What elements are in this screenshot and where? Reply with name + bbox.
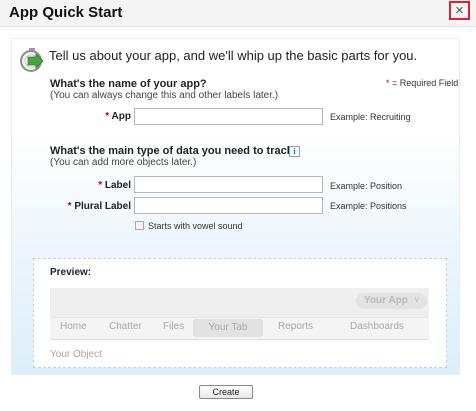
preview-tab-home: Home [60, 321, 87, 332]
required-field-legend: * = Required Field [386, 78, 458, 88]
required-star: * [98, 180, 103, 191]
preview-divider [50, 339, 429, 340]
required-star: * [67, 201, 72, 212]
stopwatch-arrow-icon [20, 48, 44, 72]
required-legend-text: = Required Field [389, 78, 459, 88]
preview-tab-dashboards: Dashboards [350, 321, 404, 332]
label-example: Example: Position [330, 181, 403, 191]
preview-title: Preview: [50, 267, 92, 278]
preview-tab-files: Files [163, 321, 185, 332]
label-input[interactable] [134, 176, 323, 193]
label-label-text: Label [104, 180, 131, 191]
app-label-text: App [111, 111, 131, 122]
preview-tab-your-tab: Your Tab [193, 319, 263, 337]
app-name-input[interactable] [134, 108, 323, 125]
close-button[interactable]: × [449, 1, 470, 20]
vowel-sound-checkbox[interactable] [135, 221, 144, 230]
intro-text: Tell us about your app, and we'll whip u… [49, 48, 418, 63]
data-type-question: What's the main type of data you need to… [50, 145, 300, 157]
app-example: Example: Recruiting [330, 112, 411, 122]
preview-tab-reports: Reports [278, 321, 314, 332]
chevron-down-icon: ∨ [414, 295, 420, 304]
plural-label-field-label: * Plural Label [11, 201, 131, 212]
label-field-label: * Label [11, 180, 131, 191]
preview-object-label: Your Object [50, 349, 102, 360]
app-name-question: What's the name of your app? [50, 78, 207, 90]
app-name-hint: (You can always change this and other la… [50, 90, 279, 101]
vowel-sound-label: Starts with vowel sound [148, 221, 243, 231]
dialog-title: App Quick Start [9, 4, 123, 21]
create-button[interactable]: Create [199, 385, 253, 399]
plural-label-example: Example: Positions [330, 201, 407, 211]
dialog-titlebar: App Quick Start × [0, 0, 476, 27]
app-field-label: * App [11, 111, 131, 122]
info-icon[interactable]: i [289, 146, 300, 157]
plural-label-text: Plural Label [74, 201, 131, 212]
required-star: * [105, 111, 110, 122]
plural-label-input[interactable] [134, 197, 323, 214]
close-icon: × [455, 2, 464, 19]
data-type-hint: (You can add more objects later.) [50, 157, 197, 168]
preview-tab-chatter: Chatter [109, 321, 142, 332]
